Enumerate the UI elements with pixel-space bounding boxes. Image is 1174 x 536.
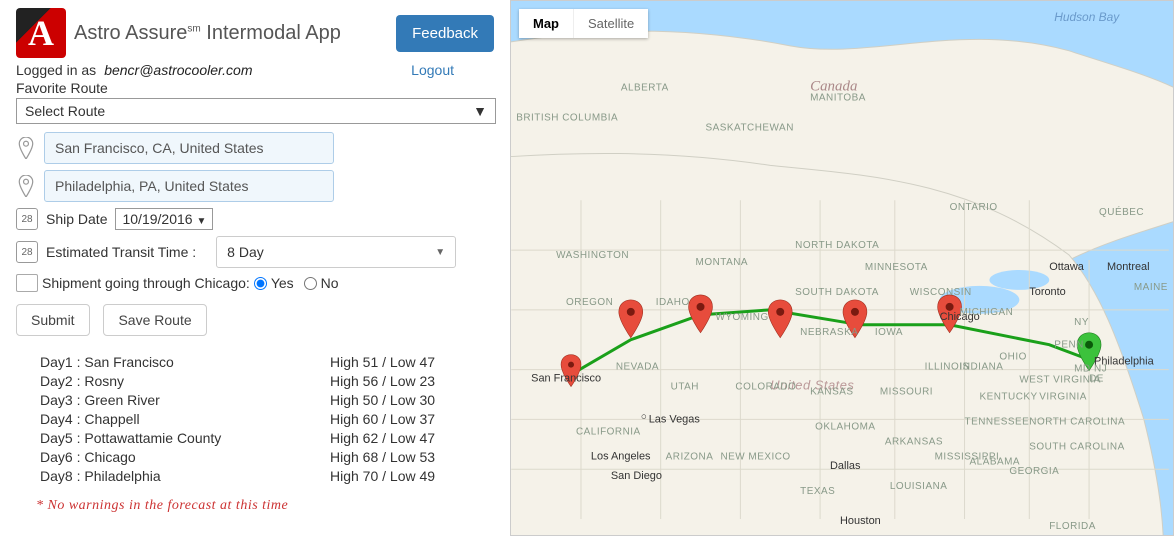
shipment-icon [16,274,38,292]
map-type-map-button[interactable]: Map [519,9,573,38]
forecast-row: Day1 : San FranciscoHigh 51 / Low 47 [40,354,494,370]
submit-button[interactable]: Submit [16,304,90,336]
svg-text:MANITOBA: MANITOBA [810,93,866,104]
origin-input[interactable] [44,132,334,164]
svg-text:TEXAS: TEXAS [800,486,835,497]
svg-text:ARIZONA: ARIZONA [666,451,714,462]
forecast-row: Day5 : Pottawattamie CountyHigh 62 / Low… [40,430,494,446]
svg-text:MONTANA: MONTANA [696,257,749,268]
svg-text:VIRGINIA: VIRGINIA [1039,392,1087,403]
svg-text:San Diego: San Diego [611,470,662,482]
svg-text:PENN: PENN [1054,340,1084,351]
map-type-satellite-button[interactable]: Satellite [573,9,648,38]
favorite-route-select[interactable]: Select Route ▼ [16,98,496,124]
svg-text:WYOMING: WYOMING [715,312,768,323]
svg-text:SASKATCHEWAN: SASKATCHEWAN [706,123,794,134]
forecast-row: Day3 : Green RiverHigh 50 / Low 30 [40,392,494,408]
calendar-icon[interactable]: 28 [16,241,38,263]
svg-text:INDIANA: INDIANA [960,362,1004,373]
svg-text:San Francisco: San Francisco [531,373,601,385]
svg-text:TENNESSEE: TENNESSEE [965,416,1030,427]
svg-text:Hudson Bay: Hudson Bay [1054,10,1120,24]
svg-text:GEORGIA: GEORGIA [1009,466,1059,477]
svg-text:IDAHO: IDAHO [656,297,690,308]
transit-time-label: Estimated Transit Time : [46,244,196,260]
logout-link[interactable]: Logout [411,62,454,78]
ship-date-select[interactable]: 10/19/2016 ▼ [115,208,213,230]
app-logo: A [16,8,66,58]
svg-text:MICHIGAN: MICHIGAN [960,307,1014,318]
svg-text:Las Vegas: Las Vegas [649,413,701,425]
svg-text:OHIO: OHIO [999,352,1026,363]
svg-text:Dallas: Dallas [830,460,861,472]
chicago-no-radio[interactable] [304,277,317,290]
svg-text:Montreal: Montreal [1107,261,1150,273]
svg-text:NY: NY [1074,317,1089,328]
svg-text:LOUISIANA: LOUISIANA [890,481,948,492]
svg-text:WASHINGTON: WASHINGTON [556,250,629,261]
forecast-row: Day2 : RosnyHigh 56 / Low 23 [40,373,494,389]
forecast-row: Day8 : PhiladelphiaHigh 70 / Low 49 [40,468,494,484]
svg-text:OREGON: OREGON [566,297,613,308]
chicago-no-label: No [321,275,339,291]
svg-text:NORTH DAKOTA: NORTH DAKOTA [795,240,879,251]
svg-text:QUÉBEC: QUÉBEC [1099,207,1144,218]
svg-text:○: ○ [641,411,647,422]
svg-text:KANSAS: KANSAS [810,387,853,398]
logged-in-email: bencr@astrocooler.com [104,62,252,78]
chevron-down-icon: ▼ [435,247,445,258]
logged-in-as-label: Logged in as [16,62,96,78]
ship-date-label: Ship Date [46,211,107,227]
chicago-label: Shipment going through Chicago: [42,275,250,291]
favorite-route-value: Select Route [25,103,105,119]
chicago-yes-radio[interactable] [254,277,267,290]
svg-text:CALIFORNIA: CALIFORNIA [576,426,641,437]
save-route-button[interactable]: Save Route [103,304,206,336]
transit-time-select[interactable]: 8 Day ▼ [216,236,456,268]
svg-text:ONTARIO: ONTARIO [950,202,998,213]
svg-text:WISCONSIN: WISCONSIN [910,287,972,298]
svg-text:Houston: Houston [840,515,881,527]
map-canvas[interactable]: Canada United States Hudson Bay San Fran… [511,1,1173,535]
svg-text:SOUTH CAROLINA: SOUTH CAROLINA [1029,441,1124,452]
svg-text:NORTH CAROLINA: NORTH CAROLINA [1029,416,1125,427]
svg-text:ARKANSAS: ARKANSAS [885,436,943,447]
svg-text:IOWA: IOWA [875,327,903,338]
svg-text:NEVADA: NEVADA [616,362,659,373]
svg-text:MISSOURI: MISSOURI [880,387,933,398]
svg-text:DE: DE [1089,374,1104,385]
favorite-route-label: Favorite Route [16,80,494,96]
forecast-row: Day6 : ChicagoHigh 68 / Low 53 [40,449,494,465]
svg-text:UTAH: UTAH [671,382,699,393]
forecast-row: Day4 : ChappellHigh 60 / Low 37 [40,411,494,427]
origin-pin-icon [16,134,36,162]
svg-text:BRITISH COLUMBIA: BRITISH COLUMBIA [516,113,618,124]
calendar-icon[interactable]: 28 [16,208,38,230]
route-map[interactable]: Map Satellite [510,0,1174,536]
svg-text:NEW MEXICO: NEW MEXICO [720,451,790,462]
destination-input[interactable] [44,170,334,202]
svg-text:KENTUCKY: KENTUCKY [979,392,1037,403]
svg-text:Toronto: Toronto [1029,286,1065,298]
forecast-warning: * No warnings in the forecast at this ti… [36,498,494,514]
svg-text:SOUTH DAKOTA: SOUTH DAKOTA [795,287,879,298]
svg-text:Los Angeles: Los Angeles [591,450,651,462]
svg-text:MAINE: MAINE [1134,282,1168,293]
svg-text:OKLAHOMA: OKLAHOMA [815,421,875,432]
svg-text:Ottawa: Ottawa [1049,261,1085,273]
svg-text:ALBERTA: ALBERTA [621,83,669,94]
forecast-list: Day1 : San FranciscoHigh 51 / Low 47 Day… [40,354,494,484]
svg-text:FLORIDA: FLORIDA [1049,521,1096,532]
svg-text:COLORADO: COLORADO [735,382,796,393]
svg-text:NEBRASKA: NEBRASKA [800,327,858,338]
chicago-yes-label: Yes [271,275,294,291]
app-title: Astro Assuresm Intermodal App [74,22,341,45]
chevron-down-icon: ▼ [196,216,206,227]
chevron-down-icon: ▼ [473,103,487,119]
destination-pin-icon [16,172,36,200]
svg-text:MINNESOTA: MINNESOTA [865,262,928,273]
feedback-button[interactable]: Feedback [396,15,494,52]
